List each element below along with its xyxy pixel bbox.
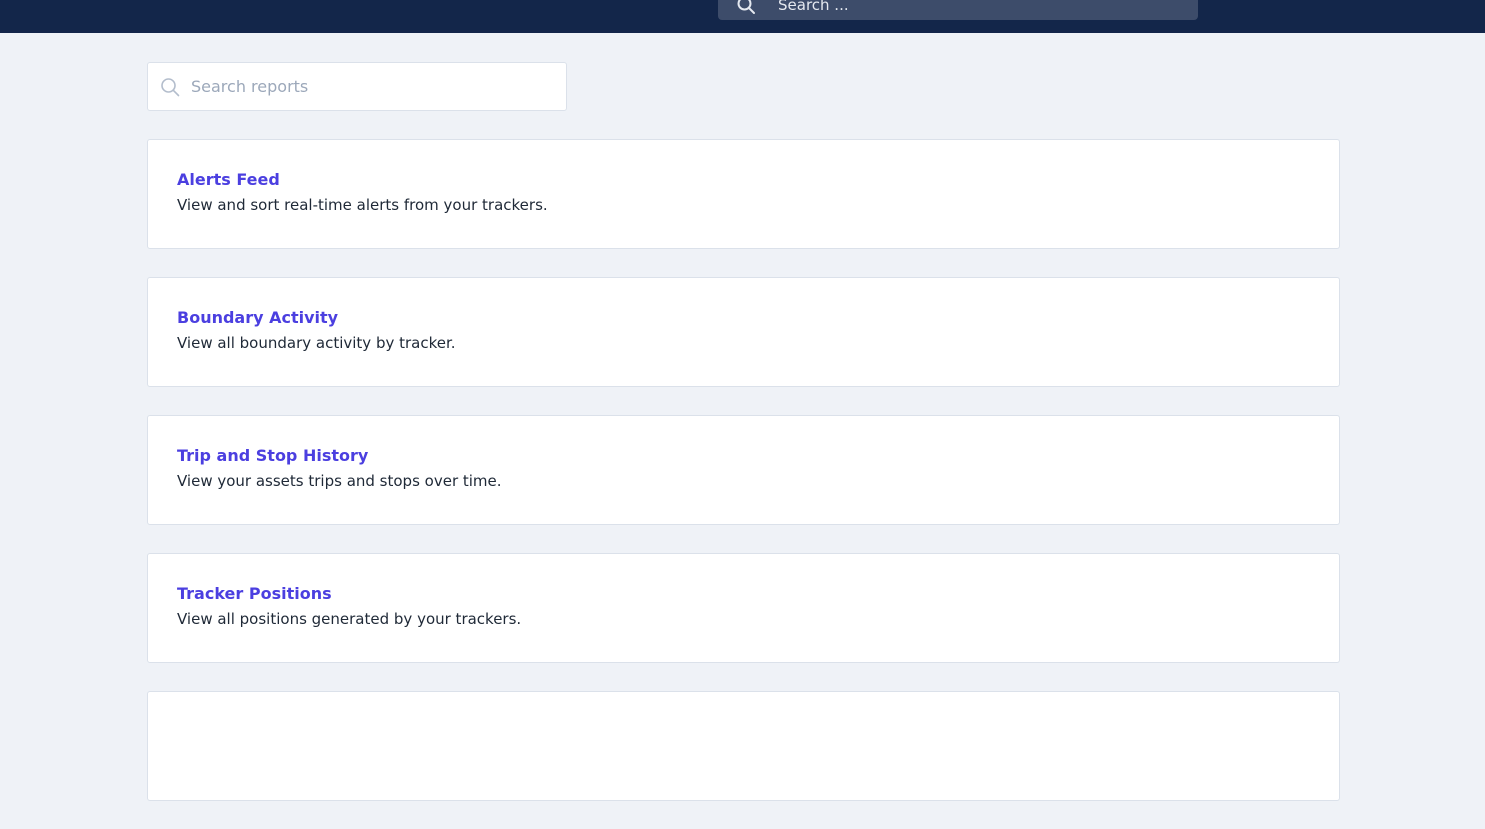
report-search-box[interactable] <box>147 62 567 111</box>
search-icon <box>737 0 755 14</box>
report-description: View and sort real-time alerts from your… <box>177 196 548 214</box>
reports-page: Alerts Feed View and sort real-time aler… <box>147 62 1340 801</box>
report-title-link[interactable]: Tracker Positions <box>177 583 1310 605</box>
report-card-boundary-activity[interactable]: Boundary Activity View all boundary acti… <box>147 277 1340 387</box>
report-description: View all boundary activity by tracker. <box>177 334 456 352</box>
report-search-input[interactable] <box>191 77 551 96</box>
report-card-trip-and-stop-history[interactable]: Trip and Stop History View your assets t… <box>147 415 1340 525</box>
report-title-link[interactable]: Trip and Stop History <box>177 445 1310 467</box>
global-search-placeholder: Search ... <box>778 0 849 14</box>
search-icon <box>161 77 180 96</box>
report-list: Alerts Feed View and sort real-time aler… <box>147 139 1340 829</box>
global-search-field[interactable]: Search ... <box>718 0 1198 20</box>
top-navigation-bar: Search ... <box>0 0 1485 33</box>
report-card-partial[interactable] <box>147 691 1340 801</box>
report-description: View all positions generated by your tra… <box>177 610 522 628</box>
report-description: View your assets trips and stops over ti… <box>177 472 502 490</box>
report-card-tracker-positions[interactable]: Tracker Positions View all positions gen… <box>147 553 1340 663</box>
report-card-alerts-feed[interactable]: Alerts Feed View and sort real-time aler… <box>147 139 1340 249</box>
report-title-link[interactable]: Boundary Activity <box>177 307 1310 329</box>
report-title-link[interactable]: Alerts Feed <box>177 169 1310 191</box>
